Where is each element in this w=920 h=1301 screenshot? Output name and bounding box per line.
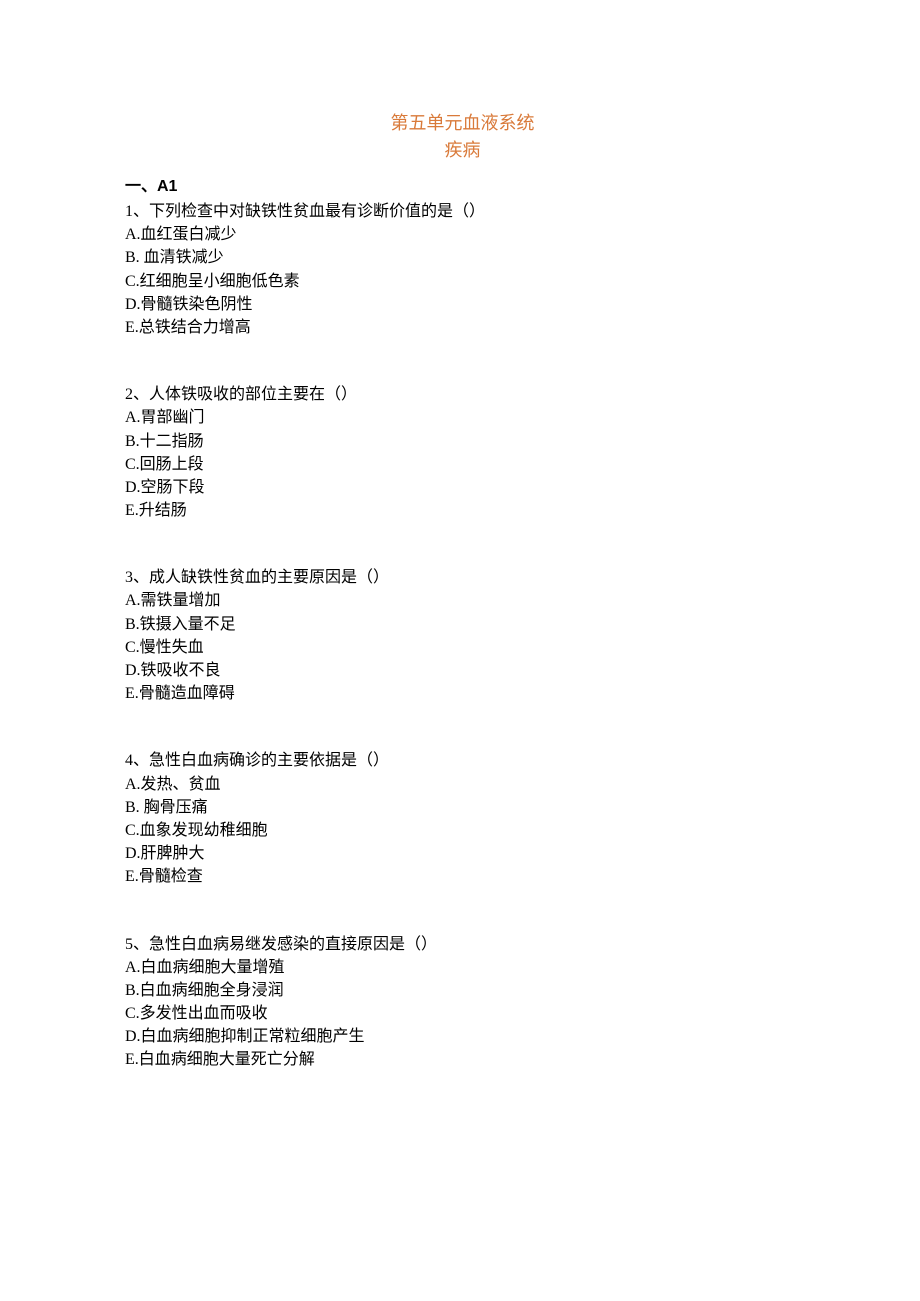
question-stem: 2、人体铁吸收的部位主要在（）: [125, 383, 800, 406]
question-4: 4、急性白血病确诊的主要依据是（） A.发热、贫血 B. 胸骨压痛 C.血象发现…: [125, 749, 800, 888]
document-page: 第五单元血液系统 疾病 一、A1 1、下列检查中对缺铁性贫血最有诊断价值的是（）…: [0, 0, 920, 1132]
option-c: C.多发性出血而吸收: [125, 1002, 800, 1025]
section-header: 一、A1: [125, 172, 800, 196]
question-stem: 1、下列检查中对缺铁性贫血最有诊断价值的是（）: [125, 200, 800, 223]
option-a: A.需铁量增加: [125, 589, 800, 612]
option-b: B.铁摄入量不足: [125, 613, 800, 636]
option-a: A.发热、贫血: [125, 773, 800, 796]
option-d: D.肝脾肿大: [125, 842, 800, 865]
option-b: B.白血病细胞全身浸润: [125, 979, 800, 1002]
question-stem: 3、成人缺铁性贫血的主要原因是（）: [125, 566, 800, 589]
option-c: C.慢性失血: [125, 636, 800, 659]
question-2: 2、人体铁吸收的部位主要在（） A.胃部幽门 B.十二指肠 C.回肠上段 D.空…: [125, 383, 800, 522]
title-line-1: 第五单元血液系统: [245, 110, 680, 137]
option-d: D.铁吸收不良: [125, 659, 800, 682]
option-b: B. 血清铁减少: [125, 246, 800, 269]
option-c: C.红细胞呈小细胞低色素: [125, 270, 800, 293]
option-d: D.骨髓铁染色阴性: [125, 293, 800, 316]
question-stem: 4、急性白血病确诊的主要依据是（）: [125, 749, 800, 772]
option-a: A.胃部幽门: [125, 406, 800, 429]
question-5: 5、急性白血病易继发感染的直接原因是（） A.白血病细胞大量增殖 B.白血病细胞…: [125, 933, 800, 1072]
title-line-2: 疾病: [245, 137, 680, 164]
document-title: 第五单元血液系统 疾病: [245, 110, 680, 164]
option-a: A.白血病细胞大量增殖: [125, 956, 800, 979]
option-d: D.空肠下段: [125, 476, 800, 499]
option-e: E.骨髓造血障碍: [125, 682, 800, 705]
question-3: 3、成人缺铁性贫血的主要原因是（） A.需铁量增加 B.铁摄入量不足 C.慢性失…: [125, 566, 800, 705]
question-1: 1、下列检查中对缺铁性贫血最有诊断价值的是（） A.血红蛋白减少 B. 血清铁减…: [125, 200, 800, 339]
option-e: E.白血病细胞大量死亡分解: [125, 1048, 800, 1071]
option-e: E.总铁结合力增高: [125, 316, 800, 339]
question-stem: 5、急性白血病易继发感染的直接原因是（）: [125, 933, 800, 956]
option-e: E.骨髓检查: [125, 865, 800, 888]
option-b: B.十二指肠: [125, 430, 800, 453]
option-c: C.回肠上段: [125, 453, 800, 476]
option-b: B. 胸骨压痛: [125, 796, 800, 819]
option-e: E.升结肠: [125, 499, 800, 522]
option-d: D.白血病细胞抑制正常粒细胞产生: [125, 1025, 800, 1048]
option-a: A.血红蛋白减少: [125, 223, 800, 246]
option-c: C.血象发现幼稚细胞: [125, 819, 800, 842]
